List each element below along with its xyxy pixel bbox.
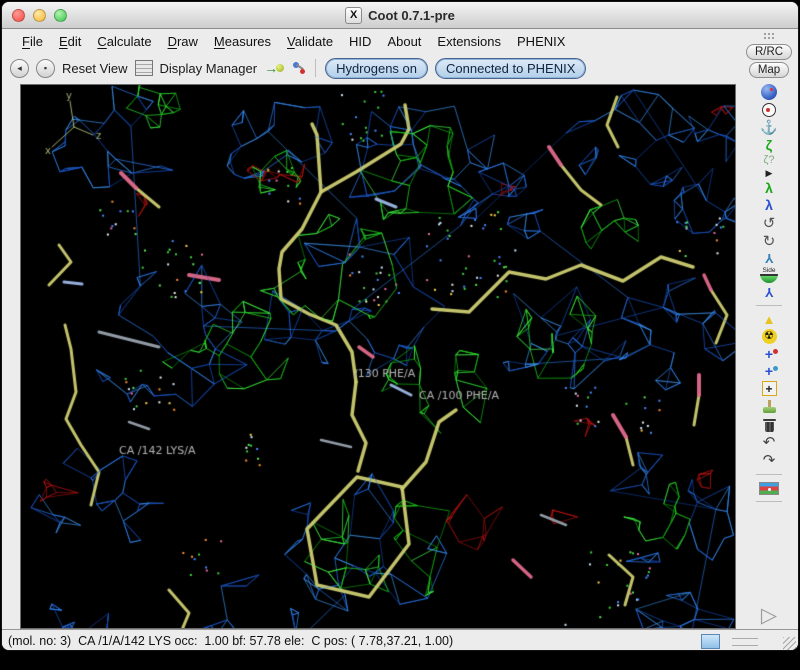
back-view-button[interactable]: ◂: [10, 59, 29, 78]
reset-view-button[interactable]: Reset View: [62, 61, 128, 76]
jed-flip-icon[interactable]: Y: [765, 286, 774, 299]
menu-item-validate[interactable]: Validate: [279, 32, 341, 51]
menu-item-measures[interactable]: Measures: [206, 32, 279, 51]
status-scroll-widget[interactable]: [701, 634, 720, 649]
zoom-button[interactable]: [54, 9, 67, 22]
display-manager-icon[interactable]: [135, 60, 153, 76]
molecule-icon[interactable]: [291, 61, 306, 75]
molecular-viewport[interactable]: [20, 84, 736, 629]
status-text: (mol. no: 3) CA /1/A/142 LYS occ: 1.00 b…: [8, 634, 453, 648]
paintbrush-icon[interactable]: [762, 400, 777, 415]
coot-window: X Coot 0.7.1-pre FileEditCalculateDrawMe…: [2, 2, 798, 650]
sep1: [756, 305, 782, 306]
sep2: [756, 474, 782, 475]
minimize-button[interactable]: [33, 9, 46, 22]
display-manager-button[interactable]: Display Manager: [160, 61, 258, 76]
right-toolbar: ⚓ ζ ζ? ▶ λλ ↺ ↻ Y Side Y ▲ ☢ + + + ↶ ↷ ▷: [740, 79, 798, 629]
status-grip-lines: [732, 638, 758, 646]
tandem-refine-icon[interactable]: [762, 103, 776, 117]
radiation-icon[interactable]: ☢: [762, 329, 777, 344]
redo-icon[interactable]: ↷: [763, 453, 776, 468]
edit-chi-angles-icon[interactable]: ↺: [763, 216, 776, 231]
toolbar-separator: [315, 59, 316, 77]
hazard-triangle-icon[interactable]: ▲: [763, 313, 776, 326]
menu-item-edit[interactable]: Edit: [51, 32, 89, 51]
phenix-connection-button[interactable]: Connected to PHENIX: [435, 58, 586, 79]
menu-item-hid[interactable]: HID: [341, 32, 379, 51]
expand-toolbar-icon[interactable]: ▶: [766, 169, 773, 178]
viewport-area: [2, 83, 740, 629]
add-terminal-residue-icon[interactable]: +: [765, 347, 773, 361]
flip-peptide-icon[interactable]: Y: [765, 252, 774, 265]
menubar: FileEditCalculateDrawMeasuresValidateHID…: [2, 29, 740, 53]
titlebar[interactable]: X Coot 0.7.1-pre: [2, 2, 798, 29]
refine-sphere-icon[interactable]: [761, 84, 777, 100]
window-title: X Coot 0.7.1-pre: [345, 7, 455, 24]
toolbar: ◂ ▪ Reset View Display Manager → Hydroge…: [2, 53, 740, 83]
statusbar: (mol. no: 3) CA /1/A/142 LYS occ: 1.00 b…: [2, 629, 798, 650]
recenter-button[interactable]: ▪: [36, 59, 55, 78]
side-chain-flip-icon[interactable]: Side: [759, 268, 779, 283]
menu-item-phenix[interactable]: PHENIX: [509, 32, 573, 51]
close-button[interactable]: [12, 9, 25, 22]
anchor-atoms-icon[interactable]: ⚓: [760, 120, 777, 134]
x11-icon: X: [345, 7, 362, 24]
flag-icon[interactable]: [759, 482, 779, 495]
delete-item-icon[interactable]: [763, 418, 776, 432]
sep3: [756, 501, 782, 502]
window-controls: [12, 2, 67, 28]
torsion-general-icon[interactable]: ↻: [763, 234, 776, 249]
map-button[interactable]: Map: [749, 62, 789, 78]
add-residue-icon[interactable]: +: [762, 381, 777, 396]
window-title-text: Coot 0.7.1-pre: [368, 8, 455, 23]
real-space-refine-icon[interactable]: ζ: [766, 138, 772, 152]
window-resize-grip[interactable]: [783, 637, 796, 650]
add-alt-conf-icon[interactable]: +: [765, 364, 773, 378]
menu-item-calculate[interactable]: Calculate: [89, 32, 159, 51]
toolbar-grip[interactable]: [763, 32, 775, 41]
go-to-atom-icon[interactable]: →: [264, 61, 284, 75]
menu-item-extensions[interactable]: Extensions: [429, 32, 509, 51]
undo-icon[interactable]: ↶: [763, 435, 776, 450]
run-icon[interactable]: ▷: [761, 605, 777, 626]
right-panel: R/RC Map ⚓ ζ ζ? ▶ λλ ↺ ↻ Y Side Y ▲ ☢ + + + ↶ ↷ ▷: [740, 29, 798, 629]
menu-item-file[interactable]: File: [14, 32, 51, 51]
menu-item-about[interactable]: About: [379, 32, 429, 51]
rrc-button[interactable]: R/RC: [746, 44, 792, 60]
auto-fit-rotamer-icon[interactable]: λ: [765, 181, 773, 195]
rotamers-icon[interactable]: λ: [765, 198, 773, 212]
rotamer-markup-icon[interactable]: ζ?: [764, 155, 775, 166]
menu-item-draw[interactable]: Draw: [160, 32, 206, 51]
hydrogens-toggle-button[interactable]: Hydrogens on: [325, 58, 428, 79]
